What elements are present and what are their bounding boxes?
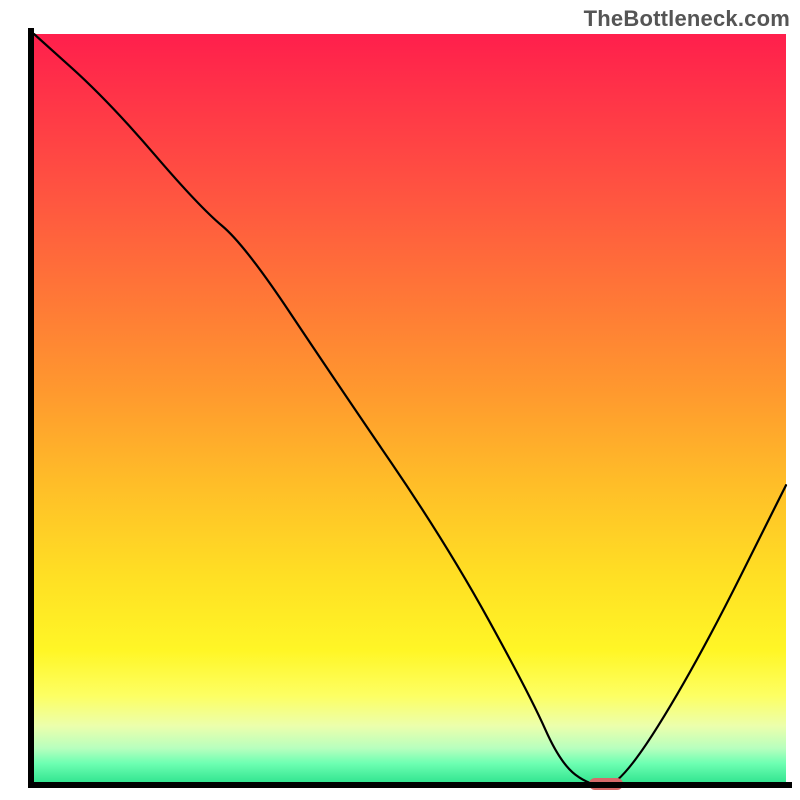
- chart-stage: TheBottleneck.com: [0, 0, 800, 800]
- bottleneck-curve: [34, 34, 786, 786]
- x-axis: [34, 782, 792, 788]
- watermark-label: TheBottleneck.com: [584, 6, 790, 32]
- y-axis: [28, 28, 34, 788]
- plot-area: [34, 34, 786, 786]
